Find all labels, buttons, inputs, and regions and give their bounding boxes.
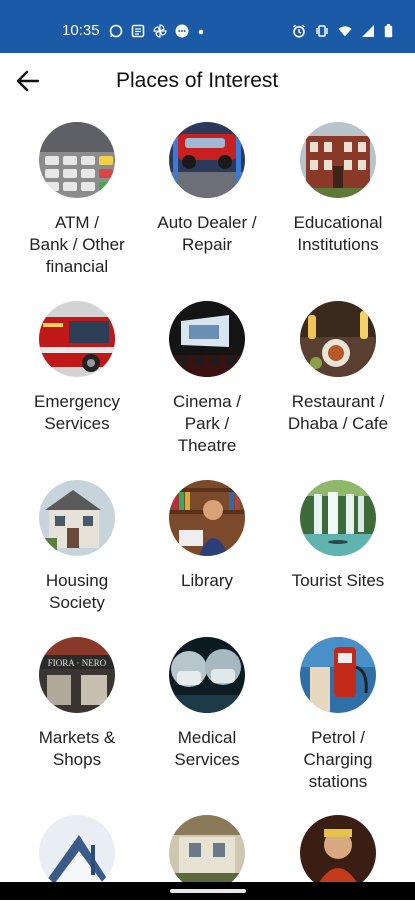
app-bar: Places of Interest <box>0 53 415 109</box>
vibrate-icon <box>316 25 328 37</box>
library-image <box>169 480 245 556</box>
category-auto-dealer[interactable]: Auto Dealer / Repair <box>140 122 274 256</box>
system-nav-bar <box>0 882 415 900</box>
surgeons-image <box>169 637 245 713</box>
category-label: Cinema / Park / Theatre <box>172 392 242 455</box>
waterfall-image <box>300 480 376 556</box>
battery-icon <box>384 24 393 38</box>
category-label: Medical Services <box>174 728 240 769</box>
category-label: Auto Dealer / Repair <box>157 213 257 254</box>
category-markets[interactable]: FIORA · NERO Markets & Shops <box>10 637 144 771</box>
arrow-left-icon[interactable] <box>14 67 42 95</box>
dot-icon <box>198 29 204 35</box>
home-gesture-handle[interactable] <box>170 889 246 893</box>
chat-bubble-icon <box>175 24 189 38</box>
cinema-screen-image <box>169 301 245 377</box>
category-label: Restaurant / Dhaba / Cafe <box>287 392 389 433</box>
category-label: Petrol / Charging stations <box>303 728 373 791</box>
category-label: ATM / Bank / Other financial <box>29 213 125 276</box>
page-title: Places of Interest <box>116 69 279 92</box>
atm-keypad-image <box>39 122 115 198</box>
alarm-icon <box>293 24 305 38</box>
category-petrol[interactable]: Petrol / Charging stations <box>271 637 405 793</box>
category-restaurant[interactable]: Restaurant / Dhaba / Cafe <box>271 301 405 435</box>
category-emergency[interactable]: Emergency Services <box>10 301 144 435</box>
news-icon <box>131 24 145 38</box>
housing-image <box>39 480 115 556</box>
market-shop-image: FIORA · NERO <box>39 637 115 713</box>
whatsapp-icon <box>109 24 123 38</box>
category-image <box>300 815 376 891</box>
category-medical[interactable]: Medical Services <box>140 637 274 771</box>
category-label: Educational Institutions <box>293 213 383 254</box>
restaurant-table-image <box>300 301 376 377</box>
system-icons <box>292 24 393 38</box>
pinwheel-icon <box>153 24 167 38</box>
fire-truck-image <box>39 301 115 377</box>
category-atm-bank[interactable]: ATM / Bank / Other financial <box>10 122 144 278</box>
category-label: Tourist Sites <box>291 571 385 590</box>
category-housing[interactable]: Housing Society <box>10 480 144 614</box>
category-image <box>169 815 245 891</box>
notification-icons <box>109 24 205 38</box>
car-lift-image <box>169 122 245 198</box>
fuel-pump-image <box>300 637 376 713</box>
svg-text:FIORA · NERO: FIORA · NERO <box>48 658 107 668</box>
status-time: 10:35 <box>62 22 100 39</box>
category-label: Markets & Shops <box>38 728 116 769</box>
category-label: Housing Society <box>45 571 109 612</box>
wifi-icon <box>338 26 352 37</box>
category-tourist-sites[interactable]: Tourist Sites <box>271 480 405 592</box>
category-cinema[interactable]: Cinema / Park / Theatre <box>140 301 274 457</box>
signal-icon <box>362 25 374 37</box>
category-label: Library <box>181 571 233 590</box>
category-library[interactable]: Library <box>140 480 274 592</box>
category-image <box>39 815 115 891</box>
school-building-image <box>300 122 376 198</box>
category-educational[interactable]: Educational Institutions <box>271 122 405 256</box>
category-label: Emergency Services <box>34 392 120 433</box>
status-bar: 10:35 <box>0 0 415 53</box>
